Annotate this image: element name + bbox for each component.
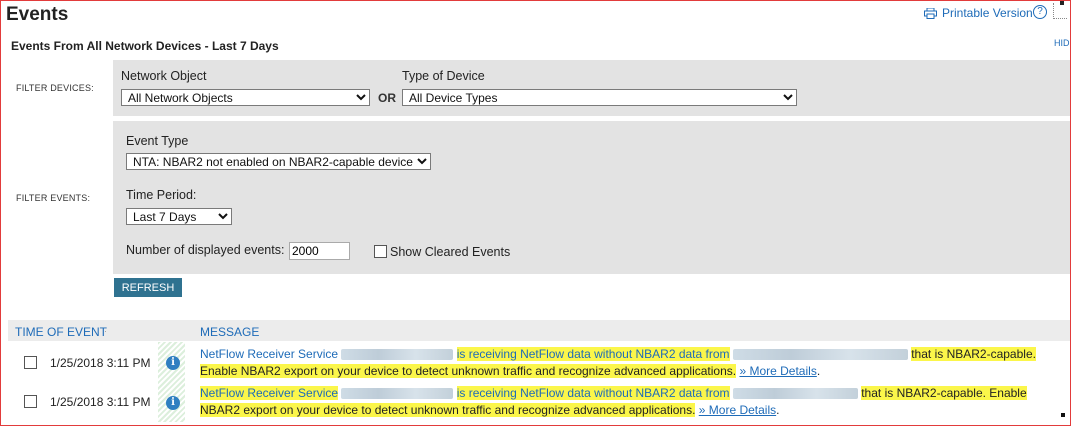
- message-body: NBAR2 export on your device to detect un…: [200, 403, 696, 417]
- event-type-select[interactable]: NTA: NBAR2 not enabled on NBAR2-capable …: [126, 153, 431, 170]
- expand-corner-icon[interactable]: [1053, 1, 1067, 19]
- row-checkbox[interactable]: [24, 395, 37, 408]
- time-period-label: Time Period:: [126, 188, 197, 202]
- redacted-hostname: [341, 388, 454, 400]
- filter-events-label: FILTER EVENTS:: [16, 193, 91, 203]
- service-link[interactable]: NetFlow Receiver Service: [200, 386, 339, 400]
- printable-version-label: Printable Version: [942, 6, 1033, 20]
- printer-icon: [924, 7, 937, 19]
- time-column-header[interactable]: TIME OF EVENT: [15, 325, 107, 339]
- resize-handle[interactable]: [1061, 413, 1065, 417]
- network-object-select[interactable]: All Network Objects: [121, 89, 370, 106]
- sort-indicator-icon[interactable]: ·: [104, 326, 107, 336]
- row-time: 1/25/2018 3:11 PM: [50, 395, 151, 409]
- page-title: Events: [6, 4, 69, 25]
- message-column-header[interactable]: MESSAGE: [200, 325, 259, 339]
- row-checkbox[interactable]: [24, 356, 37, 369]
- refresh-button[interactable]: REFRESH: [114, 278, 182, 297]
- message-body: Enable NBAR2 export on your device to de…: [200, 364, 737, 378]
- message-mid: is receiving NetFlow data without NBAR2 …: [456, 347, 730, 361]
- redacted-hostname: [341, 349, 454, 361]
- hide-link[interactable]: HID: [1054, 38, 1070, 48]
- message-tail: that is NBAR2-capable.: [911, 347, 1036, 361]
- show-cleared-label: Show Cleared Events: [390, 245, 511, 259]
- printable-version-link[interactable]: Printable Version: [924, 6, 1033, 20]
- more-details-link[interactable]: » More Details: [699, 403, 776, 417]
- page-subtitle: Events From All Network Devices - Last 7…: [11, 39, 279, 53]
- redacted-device: [732, 388, 858, 400]
- table-header: [8, 320, 1070, 341]
- more-details-link[interactable]: » More Details: [739, 364, 816, 378]
- or-label: OR: [378, 91, 396, 105]
- message-mid: is receiving NetFlow data without NBAR2 …: [456, 386, 730, 400]
- table-row-message: NetFlow Receiver Service is receiving Ne…: [200, 346, 1058, 380]
- row-time: 1/25/2018 3:11 PM: [50, 356, 151, 370]
- question-circle-icon[interactable]: ?: [1033, 5, 1047, 19]
- filter-devices-label: FILTER DEVICES:: [16, 83, 94, 93]
- table-row-message: NetFlow Receiver Service is receiving Ne…: [200, 385, 1058, 419]
- filter-devices-panel: [113, 60, 1070, 116]
- message-end: .: [776, 403, 780, 417]
- service-link[interactable]: NetFlow Receiver Service: [200, 347, 338, 361]
- event-type-label: Event Type: [126, 134, 189, 148]
- info-icon[interactable]: i: [166, 356, 180, 370]
- redacted-device: [732, 349, 908, 361]
- network-object-label: Network Object: [121, 69, 207, 83]
- status-stripe: [158, 342, 185, 422]
- info-icon[interactable]: i: [166, 396, 180, 410]
- device-type-select[interactable]: All Device Types: [402, 89, 797, 106]
- num-events-label: Number of displayed events:: [126, 243, 285, 257]
- num-events-input[interactable]: [289, 242, 350, 260]
- time-period-select[interactable]: Last 7 Days: [126, 208, 232, 225]
- show-cleared-checkbox[interactable]: [374, 245, 387, 258]
- device-type-label: Type of Device: [402, 69, 485, 83]
- message-tail: that is NBAR2-capable. Enable: [861, 386, 1027, 400]
- message-end: .: [816, 364, 821, 378]
